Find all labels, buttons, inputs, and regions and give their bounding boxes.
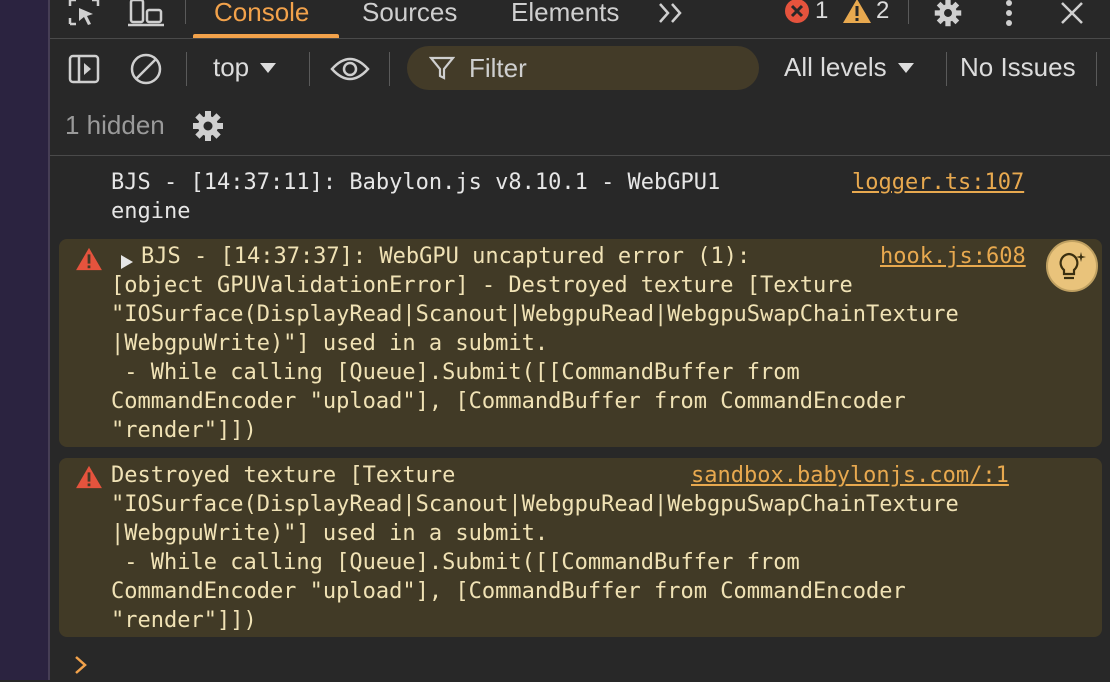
console-prompt[interactable] bbox=[74, 652, 88, 682]
more-tabs-icon[interactable] bbox=[654, 0, 690, 28]
insights-lightbulb-button[interactable] bbox=[1046, 240, 1098, 292]
tabbar-divider bbox=[185, 0, 186, 24]
toolbar-divider bbox=[389, 52, 390, 86]
message-line: |WebgpuWrite)"] used in a submit. bbox=[111, 521, 549, 546]
message-line: - While calling [Queue].Submit([[Command… bbox=[111, 550, 800, 575]
context-selector[interactable]: top bbox=[213, 52, 277, 83]
toolbar-divider bbox=[1096, 52, 1097, 86]
tabbar-divider bbox=[908, 0, 909, 24]
tab-sources[interactable]: Sources bbox=[362, 0, 457, 30]
message-line: - While calling [Queue].Submit([[Command… bbox=[111, 360, 800, 385]
message-line[interactable]: BJS - [14:37:37]: WebGPU uncaptured erro… bbox=[141, 242, 750, 271]
gear-icon[interactable] bbox=[930, 0, 966, 28]
message-line: "IOSurface(DisplayRead|Scanout|WebgpuRea… bbox=[111, 302, 959, 327]
filter-box[interactable] bbox=[407, 46, 759, 90]
inspect-element-icon[interactable] bbox=[66, 0, 102, 28]
toolbar-divider bbox=[309, 52, 310, 86]
live-expression-eye-icon[interactable] bbox=[328, 52, 372, 86]
message-line: CommandEncoder "upload"], [CommandBuffer… bbox=[111, 579, 906, 604]
message-line: "render"]]) bbox=[111, 418, 257, 443]
issues-button[interactable]: No Issues bbox=[960, 52, 1076, 83]
context-label: top bbox=[213, 52, 250, 82]
message-line: [object GPUValidationError] - Destroyed … bbox=[111, 273, 853, 298]
message-source-link[interactable]: logger.ts:107 bbox=[852, 168, 1024, 197]
warning-count-badge[interactable]: 2 bbox=[842, 0, 889, 26]
sidebar-toggle-icon[interactable] bbox=[66, 52, 102, 86]
devtools-panel: Console Sources Elements 1 2 top Filter … bbox=[50, 0, 1110, 680]
toolbar-divider bbox=[946, 52, 947, 86]
message-line: "IOSurface(DisplayRead|Scanout|WebgpuRea… bbox=[111, 492, 959, 517]
message-line: |WebgpuWrite)"] used in a submit. bbox=[111, 331, 549, 356]
message-line: Destroyed texture [Texture bbox=[111, 463, 456, 488]
toolbar-divider bbox=[186, 52, 187, 86]
tab-bar: Console Sources Elements 1 2 bbox=[50, 0, 1110, 39]
warning-message-body: BJS - [14:37:37]: WebGPU uncaptured erro… bbox=[50, 242, 1110, 446]
message-line: "render"]]) bbox=[111, 608, 257, 633]
message-line: CommandEncoder "upload"], [CommandBuffer… bbox=[111, 389, 906, 414]
lightbulb-icon bbox=[1059, 252, 1086, 280]
warning-count: 2 bbox=[876, 0, 890, 24]
filter-input[interactable] bbox=[467, 51, 751, 85]
hidden-messages-row: 1 hidden bbox=[50, 100, 1110, 156]
error-icon bbox=[785, 0, 809, 23]
prompt-chevron-icon bbox=[75, 656, 87, 674]
more-vertical-icon[interactable] bbox=[994, 0, 1024, 28]
log-levels-label: All levels bbox=[784, 52, 887, 82]
message-line: BJS - [14:37:11]: Babylon.js v8.10.1 - W… bbox=[111, 170, 721, 195]
left-page-strip bbox=[0, 0, 50, 680]
console-message-log: BJS - [14:37:11]: Babylon.js v8.10.1 - W… bbox=[50, 168, 1110, 230]
console-toolbar: top All levels No Issues bbox=[50, 38, 1110, 100]
close-icon[interactable] bbox=[1054, 0, 1090, 28]
hidden-count: 1 hidden bbox=[65, 110, 165, 140]
message-source-link[interactable]: sandbox.babylonjs.com/:1 bbox=[691, 461, 1009, 490]
tab-console[interactable]: Console bbox=[214, 0, 309, 30]
filter-icon bbox=[429, 56, 455, 80]
message-line: engine bbox=[111, 199, 191, 224]
warning-message-body: Destroyed texture [Texture "IOSurface(Di… bbox=[50, 461, 1110, 637]
device-toolbar-icon[interactable] bbox=[128, 0, 164, 28]
chevron-down-icon bbox=[897, 62, 914, 73]
tab-elements[interactable]: Elements bbox=[511, 0, 619, 30]
chevron-down-icon bbox=[260, 62, 277, 73]
error-count: 1 bbox=[815, 0, 829, 24]
console-settings-gear-icon[interactable] bbox=[190, 108, 226, 144]
log-levels-dropdown[interactable]: All levels bbox=[784, 52, 915, 83]
clear-console-icon[interactable] bbox=[128, 52, 164, 86]
warning-icon bbox=[843, 0, 871, 23]
message-source-link[interactable]: hook.js:608 bbox=[880, 242, 1026, 271]
error-count-badge[interactable]: 1 bbox=[784, 0, 828, 26]
